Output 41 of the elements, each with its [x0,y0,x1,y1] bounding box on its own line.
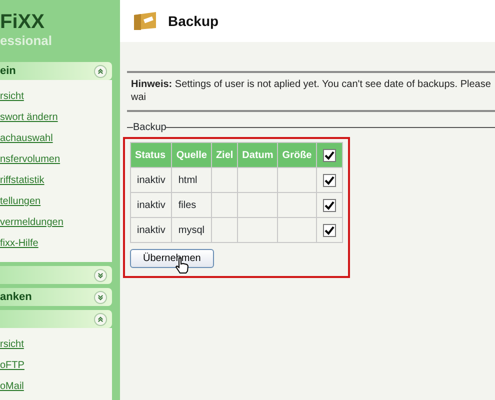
sidebar-link[interactable]: achauswahl [0,128,112,149]
section-title: ein [0,64,16,79]
sidebar-link[interactable]: riffstatistik [0,170,112,191]
collapse-icon[interactable] [94,64,107,78]
table-cell: inaktiv [131,218,172,242]
expand-icon[interactable] [94,290,107,304]
column-header: Quelle [172,143,211,167]
apply-button[interactable]: Übernehmen [130,249,214,268]
logo-subtitle: essional [0,34,52,47]
sidebar-link[interactable]: fixx-Hilfe [0,233,112,254]
checkbox[interactable] [322,148,336,162]
column-header: Größe [278,143,316,167]
sidebar-link[interactable]: oFTP [0,355,112,376]
page-title: Backup [168,12,219,31]
checkbox[interactable] [322,224,336,236]
sidebar-link[interactable]: swort ändern [0,107,112,128]
table-cell: files [172,193,211,217]
expand-icon[interactable] [94,268,107,282]
fieldset-legend: Backup [133,120,166,135]
table-cell: inaktiv [131,193,172,217]
column-header: Ziel [212,143,238,167]
checkbox[interactable] [322,198,336,212]
sidebar-link[interactable]: tellungen [0,191,112,212]
section-header[interactable]: anken [0,288,112,306]
table-cell: mysql [172,218,211,242]
column-header: Status [131,143,172,167]
table-cell: inaktiv [131,168,172,192]
sidebar-link[interactable]: nsfervolumen [0,149,112,170]
sidebar-link[interactable]: vermeldungen [0,212,112,233]
section-title: anken [0,290,32,305]
sidebar-link[interactable]: oMail [0,376,112,397]
sidebar-link[interactable]: rsicht [0,334,112,355]
column-header: Datum [238,143,278,167]
logo-text: FiXX [0,12,44,32]
collapse-icon[interactable] [94,312,107,326]
table-cell: html [172,168,211,192]
sidebar-link[interactable]: rsicht [0,86,112,107]
notice-text: Hinweis: Settings of user is not aplied yet. You can't see date of backups. Please wai [130,78,492,104]
folder-icon [132,10,158,32]
checkbox[interactable] [322,174,336,186]
section-header[interactable]: ein [0,62,112,80]
